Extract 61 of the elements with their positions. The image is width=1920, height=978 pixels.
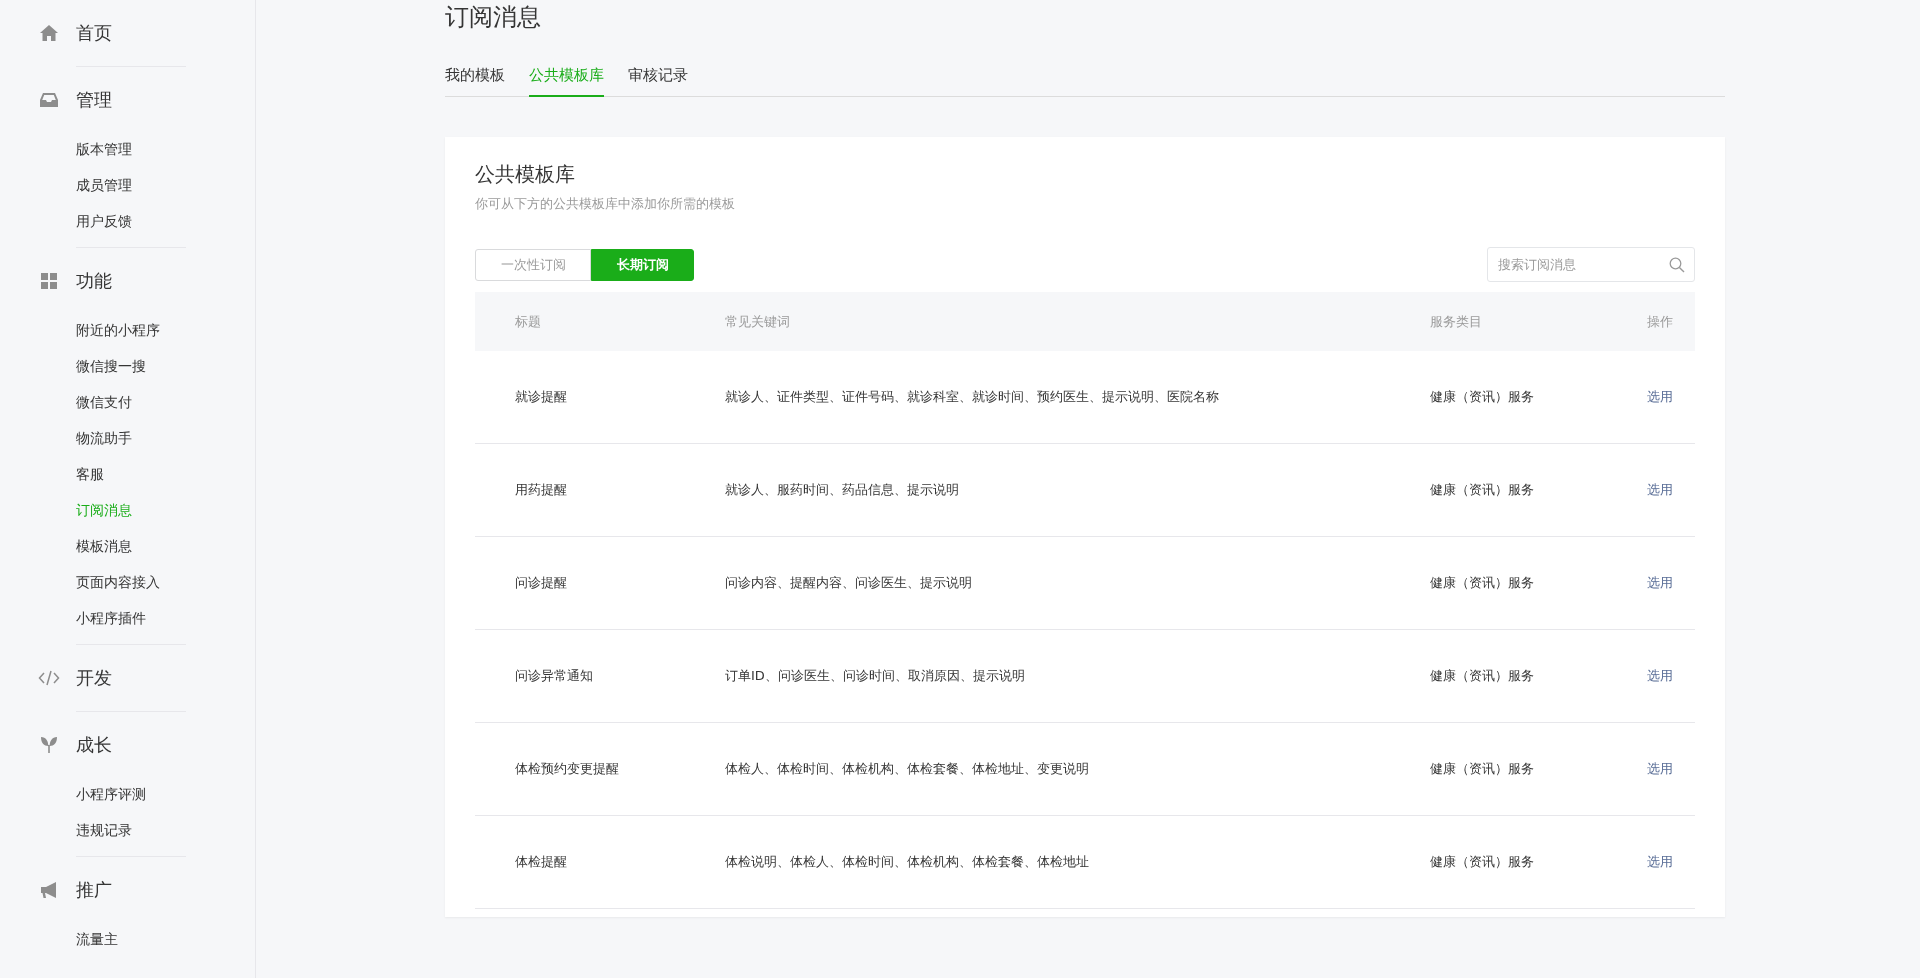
table-cell-text: 体检预约变更提醒 bbox=[514, 760, 620, 778]
table-cell-text: 健康（资讯）服务 bbox=[1430, 388, 1535, 406]
nav-section-title[interactable]: 推广 bbox=[76, 878, 112, 902]
nav-item[interactable]: 流量主 bbox=[0, 921, 118, 957]
column-header: 操作 bbox=[1647, 312, 1674, 331]
nav-item[interactable]: 微信支付 bbox=[0, 384, 132, 420]
grid-icon bbox=[39, 271, 59, 291]
select-link[interactable]: 选用 bbox=[1647, 668, 1673, 683]
table-cell-text: 订单ID、问诊医生、问诊时间、取消原因、提示说明 bbox=[725, 667, 1026, 685]
select-link[interactable]: 选用 bbox=[1647, 761, 1673, 776]
nav-item[interactable]: 成员管理 bbox=[0, 167, 132, 203]
tab[interactable]: 审核记录 bbox=[628, 60, 688, 97]
table-cell-text: 体检提醒 bbox=[514, 853, 568, 871]
column-header: 服务类目 bbox=[1430, 312, 1483, 331]
column-header: 标题 bbox=[514, 312, 542, 331]
table-cell-text: 就诊提醒 bbox=[514, 388, 568, 406]
card-description: 你可从下方的公共模板库中添加你所需的模板 bbox=[475, 195, 736, 213]
select-link[interactable]: 选用 bbox=[1647, 482, 1673, 497]
table-cell-text: 用药提醒 bbox=[514, 481, 568, 499]
select-link[interactable]: 选用 bbox=[1647, 575, 1673, 590]
table-cell-text: 健康（资讯）服务 bbox=[1430, 760, 1535, 778]
nav-section-title[interactable]: 管理 bbox=[76, 88, 112, 112]
table-cell-text: 体检人、体检时间、体检机构、体检套餐、体检地址、变更说明 bbox=[725, 760, 1090, 778]
nav-item[interactable]: 违规记录 bbox=[0, 812, 132, 848]
nav-item[interactable]: 小程序评测 bbox=[0, 776, 146, 812]
table-cell-text: 体检说明、体检人、体检时间、体检机构、体检套餐、体检地址 bbox=[725, 853, 1090, 871]
table-cell-text: 问诊提醒 bbox=[514, 574, 568, 592]
nav-item[interactable]: 微信搜一搜 bbox=[0, 348, 146, 384]
nav-section-title[interactable]: 开发 bbox=[76, 666, 112, 690]
nav-section-title[interactable]: 首页 bbox=[76, 21, 112, 45]
table-cell-text: 健康（资讯）服务 bbox=[1430, 481, 1535, 499]
page-title: 订阅消息 bbox=[445, 2, 542, 33]
nav-section-title[interactable]: 功能 bbox=[76, 269, 112, 293]
home-icon bbox=[39, 23, 59, 43]
select-link[interactable]: 选用 bbox=[1647, 854, 1673, 869]
nav-item[interactable]: 用户反馈 bbox=[0, 203, 132, 239]
select-link[interactable]: 选用 bbox=[1647, 389, 1673, 404]
nav-item[interactable]: 客服 bbox=[0, 456, 104, 492]
search-icon bbox=[1669, 257, 1685, 273]
nav-section-title[interactable]: 成长 bbox=[76, 733, 112, 757]
nav-item[interactable]: 物流助手 bbox=[0, 420, 132, 456]
search-field[interactable]: 搜索订阅消息 bbox=[1487, 247, 1695, 282]
sprout-icon bbox=[41, 737, 57, 753]
table-cell-text: 健康（资讯）服务 bbox=[1430, 574, 1535, 592]
inbox-icon bbox=[39, 90, 59, 110]
table-cell-text: 健康（资讯）服务 bbox=[1430, 853, 1535, 871]
nav-item[interactable]: 模板消息 bbox=[0, 528, 132, 564]
nav-item[interactable]: 小程序插件 bbox=[0, 600, 146, 636]
table-cell-text: 健康（资讯）服务 bbox=[1430, 667, 1535, 685]
nav-item[interactable]: 版本管理 bbox=[0, 131, 132, 167]
table-cell-text: 问诊内容、提醒内容、问诊医生、提示说明 bbox=[725, 574, 973, 592]
code-icon bbox=[38, 668, 60, 688]
table-cell-text: 就诊人、证件类型、证件号码、就诊科室、就诊时间、预约医生、提示说明、医院名称 bbox=[725, 388, 1220, 406]
nav-item[interactable]: 附近的小程序 bbox=[0, 312, 160, 348]
table-cell-text: 问诊异常通知 bbox=[514, 667, 594, 685]
megaphone-icon bbox=[39, 880, 59, 900]
column-header: 常见关键词 bbox=[725, 312, 791, 331]
table-cell-text: 就诊人、服药时间、药品信息、提示说明 bbox=[725, 481, 960, 499]
tab[interactable]: 我的模板 bbox=[445, 60, 505, 97]
card-title: 公共模板库 bbox=[475, 161, 576, 188]
nav-item[interactable]: 页面内容接入 bbox=[0, 564, 160, 600]
